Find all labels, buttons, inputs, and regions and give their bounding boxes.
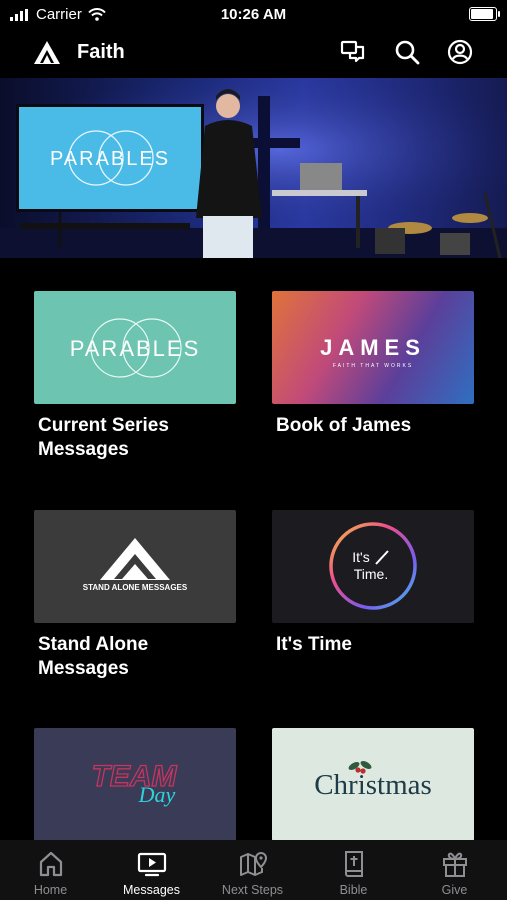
thumb-text: PARABLES — [70, 336, 201, 361]
clock: 10:26 AM — [220, 6, 287, 23]
chat-icon — [340, 40, 365, 63]
map-pin-icon — [239, 851, 267, 876]
gift-icon — [442, 852, 467, 877]
thumb-text: Christmas — [314, 769, 432, 801]
hero-illustration: PARABLES — [0, 78, 507, 258]
series-thumbnail[interactable]: Christmas — [272, 728, 474, 841]
series-title[interactable]: Stand Alone Messages — [34, 633, 236, 681]
tab-label: Bible — [339, 883, 368, 897]
tab-messages[interactable]: Messages — [101, 840, 202, 900]
series-thumbnail[interactable]: JAMES FAITH THAT WORKS — [272, 291, 474, 404]
series-thumbnail[interactable]: STAND ALONE MESSAGES — [34, 510, 236, 623]
series-card-james[interactable]: JAMES FAITH THAT WORKS Book of James — [272, 291, 474, 438]
home-icon — [39, 851, 62, 877]
tab-label: Home — [33, 883, 68, 897]
tab-bar: Home Messages Next Steps Bible Give — [0, 840, 507, 900]
search-icon — [395, 40, 420, 65]
app-title: Faith — [77, 41, 125, 63]
thumb-text-2: Time. — [354, 566, 388, 582]
app-header: Faith — [0, 28, 507, 78]
bible-icon — [344, 851, 363, 877]
thumb-text-1: It's — [352, 549, 369, 565]
series-card-current[interactable]: PARABLES Current Series Messages — [34, 291, 236, 462]
status-bar: Carrier 10:26 AM — [0, 0, 507, 28]
tab-give[interactable]: Give — [404, 840, 505, 900]
series-thumbnail[interactable]: TEAM Day — [34, 728, 236, 841]
faith-logo-icon — [34, 41, 60, 64]
series-card-christmas[interactable]: Christmas — [272, 728, 474, 841]
tv-icon — [137, 852, 166, 877]
chat-button[interactable] — [339, 38, 367, 66]
series-card-its-time[interactable]: It's Time. It's Time — [272, 510, 474, 657]
tab-bible[interactable]: Bible — [303, 840, 404, 900]
tab-label: Next Steps — [221, 883, 284, 897]
series-thumbnail[interactable]: PARABLES — [34, 291, 236, 404]
series-title[interactable]: Current Series Messages — [34, 414, 236, 462]
tab-label: Give — [441, 883, 468, 897]
tab-next-steps[interactable]: Next Steps — [202, 840, 303, 900]
thumb-text-2: Day — [138, 782, 176, 807]
thumb-text: JAMES — [320, 335, 426, 360]
series-title[interactable]: It's Time — [272, 633, 474, 657]
stand-alone-logo-icon — [100, 538, 170, 580]
tab-label: Messages — [123, 883, 180, 897]
thumb-text: STAND ALONE MESSAGES — [83, 583, 188, 592]
series-card-team-day[interactable]: TEAM Day — [34, 728, 236, 841]
hero-screen-text: PARABLES — [50, 148, 170, 170]
profile-button[interactable] — [446, 38, 474, 66]
series-card-stand-alone[interactable]: STAND ALONE MESSAGES Stand Alone Message… — [34, 510, 236, 681]
series-title[interactable]: Book of James — [272, 414, 474, 438]
battery-icon — [469, 7, 500, 21]
thumb-subtext: FAITH THAT WORKS — [333, 363, 413, 369]
account-icon — [447, 39, 473, 65]
series-thumbnail[interactable]: It's Time. — [272, 510, 474, 623]
search-button[interactable] — [393, 38, 421, 66]
tab-home[interactable]: Home — [0, 840, 101, 900]
hero-banner: PARABLES — [0, 78, 507, 258]
